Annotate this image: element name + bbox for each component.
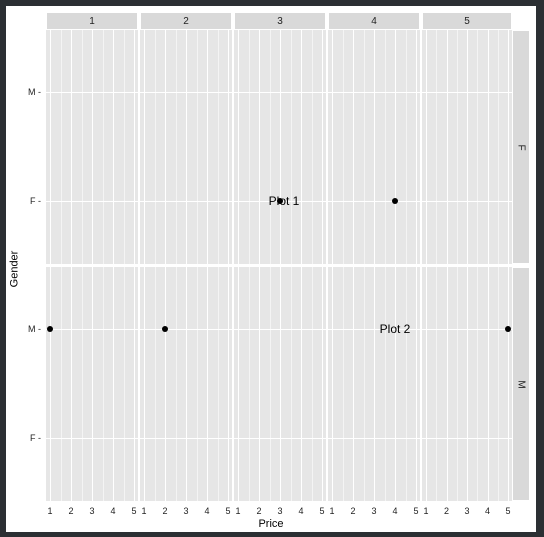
x-axis-title: Price: [6, 518, 536, 530]
x-tick-label: 5: [413, 506, 418, 516]
y-tick-label: F -: [24, 196, 42, 206]
y-tick-label: M -: [24, 87, 42, 97]
x-tick-label: 5: [225, 506, 230, 516]
annotation: Plot 1: [269, 194, 300, 208]
facet-panel: [140, 267, 232, 501]
x-tick-label: 5: [131, 506, 136, 516]
x-tick-label: 1: [47, 506, 52, 516]
x-tick-label: 2: [68, 506, 73, 516]
panel-gap: [138, 30, 140, 502]
facet-panel: [328, 30, 420, 264]
x-tick-label: 4: [298, 506, 303, 516]
x-tick-label: 5: [505, 506, 510, 516]
x-tick-label: 3: [464, 506, 469, 516]
facet-panel: [46, 30, 138, 264]
facet-col-strip: 5: [422, 12, 512, 30]
facet-row-strip: M: [512, 267, 530, 501]
x-tick-label: 4: [204, 506, 209, 516]
chart-stage: Price Gender 1 2 3 4 5 F M M - F - M - F…: [0, 0, 544, 537]
annotation: Plot 2: [380, 322, 411, 336]
facet-panel: [46, 267, 138, 501]
facet-panel: [234, 267, 326, 501]
x-tick-label: 2: [350, 506, 355, 516]
x-tick-label: 1: [329, 506, 334, 516]
x-tick-label: 5: [319, 506, 324, 516]
panel-gap: [326, 30, 328, 502]
data-point: [162, 326, 168, 332]
x-tick-label: 4: [110, 506, 115, 516]
y-tick-label: F -: [24, 433, 42, 443]
x-tick-label: 3: [371, 506, 376, 516]
x-tick-label: 2: [162, 506, 167, 516]
facet-col-strip: 2: [140, 12, 232, 30]
y-axis-title: Gender: [8, 6, 20, 532]
x-tick-label: 4: [485, 506, 490, 516]
y-tick-label: M -: [24, 324, 42, 334]
plot-frame: Price Gender 1 2 3 4 5 F M M - F - M - F…: [6, 6, 536, 532]
x-tick-label: 4: [392, 506, 397, 516]
facet-panel: [422, 267, 512, 501]
facet-panel: Plot 2: [328, 267, 420, 501]
data-point: [47, 326, 53, 332]
facet-col-strip: 3: [234, 12, 326, 30]
x-tick-label: 1: [141, 506, 146, 516]
facet-col-strip: 4: [328, 12, 420, 30]
data-point: [392, 198, 398, 204]
panel-gap: [420, 30, 422, 502]
x-tick-label: 3: [277, 506, 282, 516]
facet-panel: [140, 30, 232, 264]
facet-row-strip: F: [512, 30, 530, 264]
x-tick-label: 1: [423, 506, 428, 516]
panel-gap: [232, 30, 234, 502]
facet-panel: Plot 1: [234, 30, 326, 264]
x-tick-label: 3: [183, 506, 188, 516]
x-tick-label: 1: [235, 506, 240, 516]
facet-panel: [422, 30, 512, 264]
x-tick-label: 2: [444, 506, 449, 516]
x-tick-label: 3: [89, 506, 94, 516]
data-point: [505, 326, 511, 332]
x-tick-label: 2: [256, 506, 261, 516]
facet-col-strip: 1: [46, 12, 138, 30]
